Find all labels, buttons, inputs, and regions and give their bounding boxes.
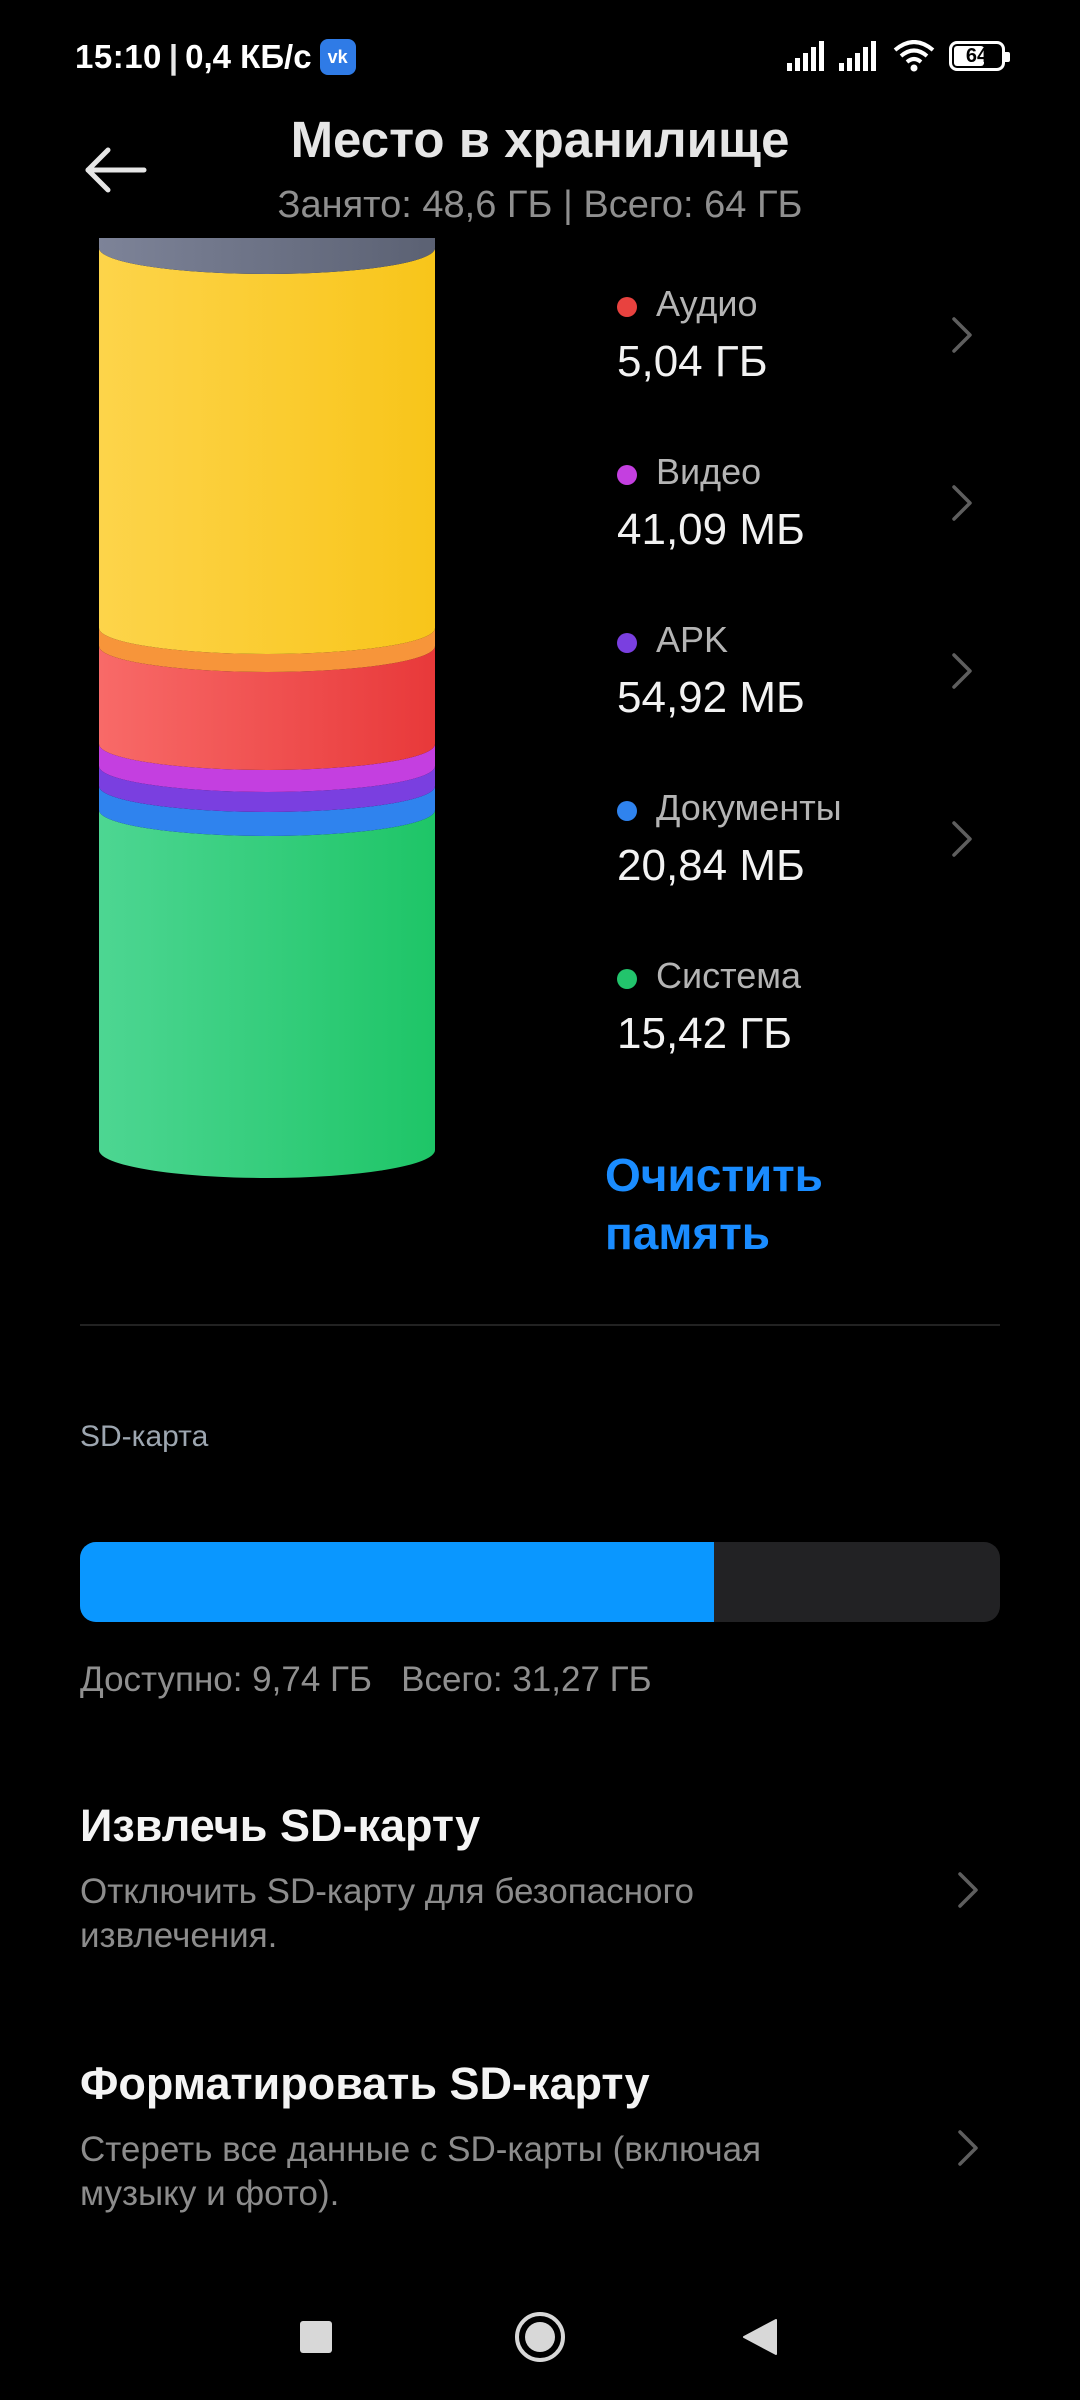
category-color-dot [617,465,637,485]
eject-sd-card-title: Извлечь SD-карту [80,1800,481,1851]
format-sd-card-title: Форматировать SD-карту [80,2058,650,2109]
status-left: 15:10 | 0,4 КБ/с vk [75,38,356,76]
category-size: 15,42 ГБ [617,1009,793,1058]
sd-card-usage-fill [80,1542,714,1622]
battery-level: 64 [965,44,989,67]
category-color-dot [617,969,637,989]
category-name: APK [656,619,729,660]
status-right: 64 [775,40,1010,72]
back-button[interactable] [725,2302,795,2372]
format-sd-card-description: Стереть все данные с SD-карты (включая м… [80,2130,762,2213]
chevron-right-icon [958,1872,978,1908]
status-separator: | [168,38,179,75]
eject-sd-card-description: Отключить SD-карту для безопасного извле… [80,1872,694,1955]
category-size: 5,04 ГБ [617,337,768,386]
category-color-dot [617,297,637,317]
signal-icon-2 [839,41,876,71]
category-size: 54,92 МБ [617,673,805,722]
segment-system [99,810,435,1178]
eject-sd-card-item[interactable]: Извлечь SD-карту Отключить SD-карту для … [80,1800,1000,1958]
recents-button[interactable] [281,2302,351,2372]
category-name: Видео [656,451,762,492]
chevron-right-icon [952,317,972,353]
category-name: Аудио [656,283,758,324]
status-time: 15:10 [75,38,162,75]
sd-card-usage-bar [80,1542,1000,1622]
square-icon [300,2321,332,2353]
chevron-right-icon [952,821,972,857]
home-button[interactable] [505,2302,575,2372]
storage-category-item: Система 15,42 ГБ [600,947,1020,1097]
clean-memory-button[interactable]: Очистить память [605,1146,905,1262]
network-speed: 0,4 КБ/с [185,38,312,75]
category-color-dot [617,801,637,821]
category-color-dot [617,633,637,653]
format-sd-card-item[interactable]: Форматировать SD-карту Стереть все данны… [80,2058,1000,2216]
storage-page: 15:10 | 0,4 КБ/с vk 64 Место в хранилище… [0,0,1080,2400]
chevron-right-icon [952,485,972,521]
chevron-right-icon [958,2130,978,2166]
sd-card-stats: Доступно: 9,74 ГБ Всего: 31,27 ГБ [80,1660,652,1699]
vk-icon: vk [319,39,356,75]
storage-summary: Занято: 48,6 ГБ | Всего: 64 ГБ [277,184,803,226]
battery-icon: 64 [949,41,1010,71]
storage-cylinder-chart [99,238,435,1178]
storage-category-item[interactable]: Документы 20,84 МБ [600,779,1020,929]
signal-icon [787,41,824,71]
divider [80,1324,1000,1326]
triangle-back-icon [743,2319,777,2355]
navigation-bar [0,2286,1080,2386]
category-name: Система [656,955,801,996]
circle-icon [515,2312,565,2362]
segment-used-other [99,248,435,654]
storage-category-item[interactable]: Видео 41,09 МБ [600,443,1020,593]
sd-card-section-label: SD-карта [80,1420,209,1453]
storage-category-item[interactable]: APK 54,92 МБ [600,611,1020,761]
category-size: 20,84 МБ [617,841,805,890]
status-bar: 15:10 | 0,4 КБ/с vk 64 [0,0,1080,118]
wifi-icon [893,40,935,72]
page-title: Место в хранилище [290,111,790,168]
category-size: 41,09 МБ [617,505,805,554]
category-name: Документы [656,787,842,828]
storage-category-item[interactable]: Аудио 5,04 ГБ [600,275,1020,425]
chevron-right-icon [952,653,972,689]
